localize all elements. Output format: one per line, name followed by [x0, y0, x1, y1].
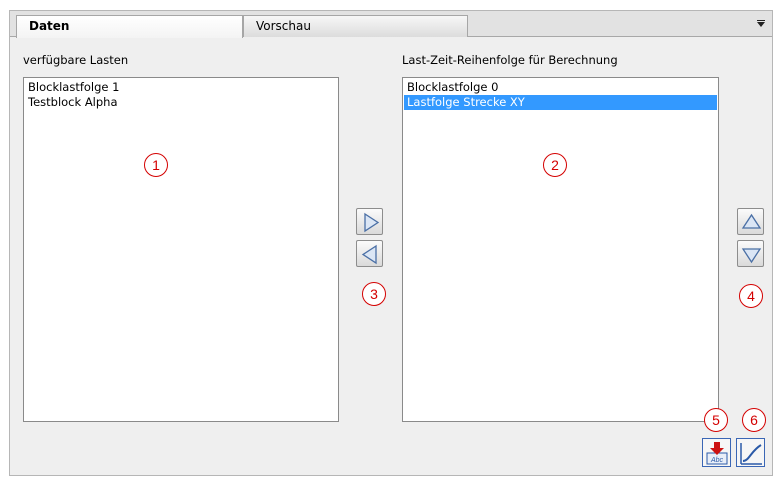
tab-bar: Daten Vorschau	[10, 11, 772, 38]
sequence-list[interactable]: Blocklastfolge 0 Lastfolge Strecke XY	[402, 77, 719, 422]
load-sequence-panel: Daten Vorschau verfügbare Lasten Blockla…	[9, 10, 773, 476]
list-item[interactable]: Blocklastfolge 1	[25, 80, 337, 95]
move-left-button[interactable]	[356, 240, 383, 267]
tab-daten[interactable]: Daten	[16, 15, 243, 38]
move-down-button[interactable]	[737, 240, 764, 267]
curve-button[interactable]	[736, 438, 765, 467]
available-loads-list[interactable]: Blocklastfolge 1 Testblock Alpha	[23, 77, 339, 422]
move-up-button[interactable]	[737, 208, 764, 235]
tab-vorschau[interactable]: Vorschau	[243, 15, 468, 37]
import-abc-icon: Abc	[706, 442, 728, 465]
marker-5: 5	[704, 408, 728, 432]
dropdown-menu-icon[interactable]	[756, 20, 766, 30]
triangle-up-icon	[741, 213, 762, 229]
import-button[interactable]: Abc	[702, 438, 731, 467]
available-loads-label: verfügbare Lasten	[23, 53, 129, 67]
curve-chart-icon	[740, 443, 762, 465]
marker-3: 3	[362, 282, 386, 306]
marker-6: 6	[742, 408, 766, 432]
marker-4: 4	[739, 284, 763, 308]
triangle-down-icon	[741, 248, 762, 264]
svg-text:Abc: Abc	[710, 457, 724, 464]
sequence-label: Last-Zeit-Reihenfolge für Berechnung	[402, 53, 618, 67]
list-item-selected[interactable]: Lastfolge Strecke XY	[404, 95, 717, 110]
marker-1: 1	[144, 153, 168, 177]
triangle-right-icon	[364, 212, 380, 233]
marker-2: 2	[543, 153, 567, 177]
list-item[interactable]: Blocklastfolge 0	[404, 80, 717, 95]
triangle-left-icon	[361, 244, 377, 265]
move-right-button[interactable]	[356, 208, 383, 235]
list-item[interactable]: Testblock Alpha	[25, 95, 337, 110]
